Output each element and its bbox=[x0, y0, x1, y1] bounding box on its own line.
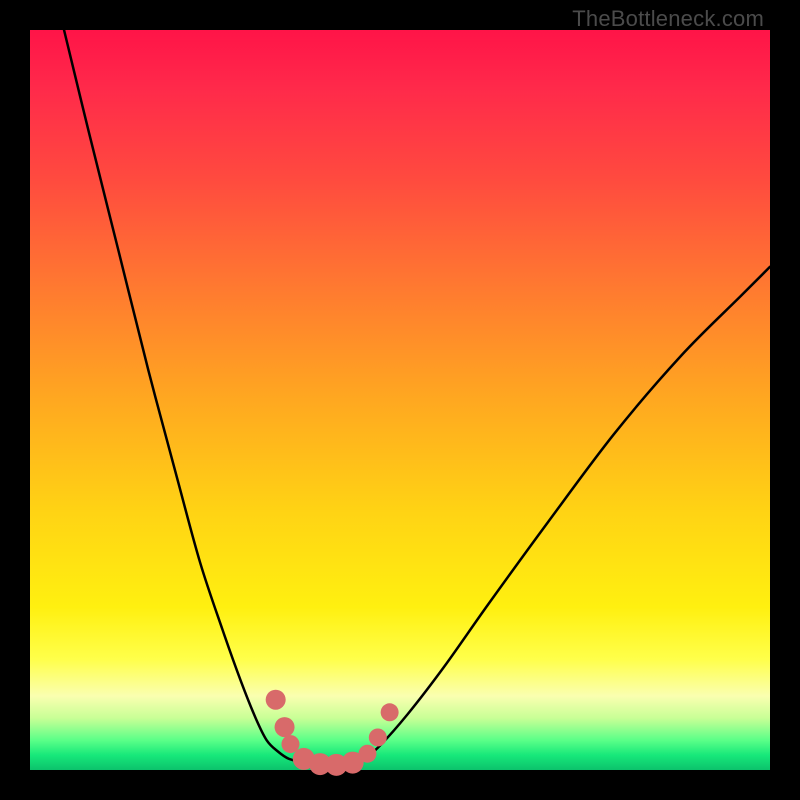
highlight-dot bbox=[275, 717, 295, 737]
watermark-text: TheBottleneck.com bbox=[572, 6, 764, 32]
curve-svg bbox=[30, 30, 770, 770]
highlight-dot bbox=[358, 745, 376, 763]
highlight-markers bbox=[266, 690, 399, 776]
bottleneck-curve bbox=[64, 30, 770, 766]
highlight-dot bbox=[381, 703, 399, 721]
plot-area bbox=[30, 30, 770, 770]
highlight-dot bbox=[369, 728, 387, 746]
curve-group bbox=[64, 30, 770, 766]
chart-container: TheBottleneck.com bbox=[0, 0, 800, 800]
highlight-dot bbox=[281, 735, 299, 753]
highlight-dot bbox=[266, 690, 286, 710]
